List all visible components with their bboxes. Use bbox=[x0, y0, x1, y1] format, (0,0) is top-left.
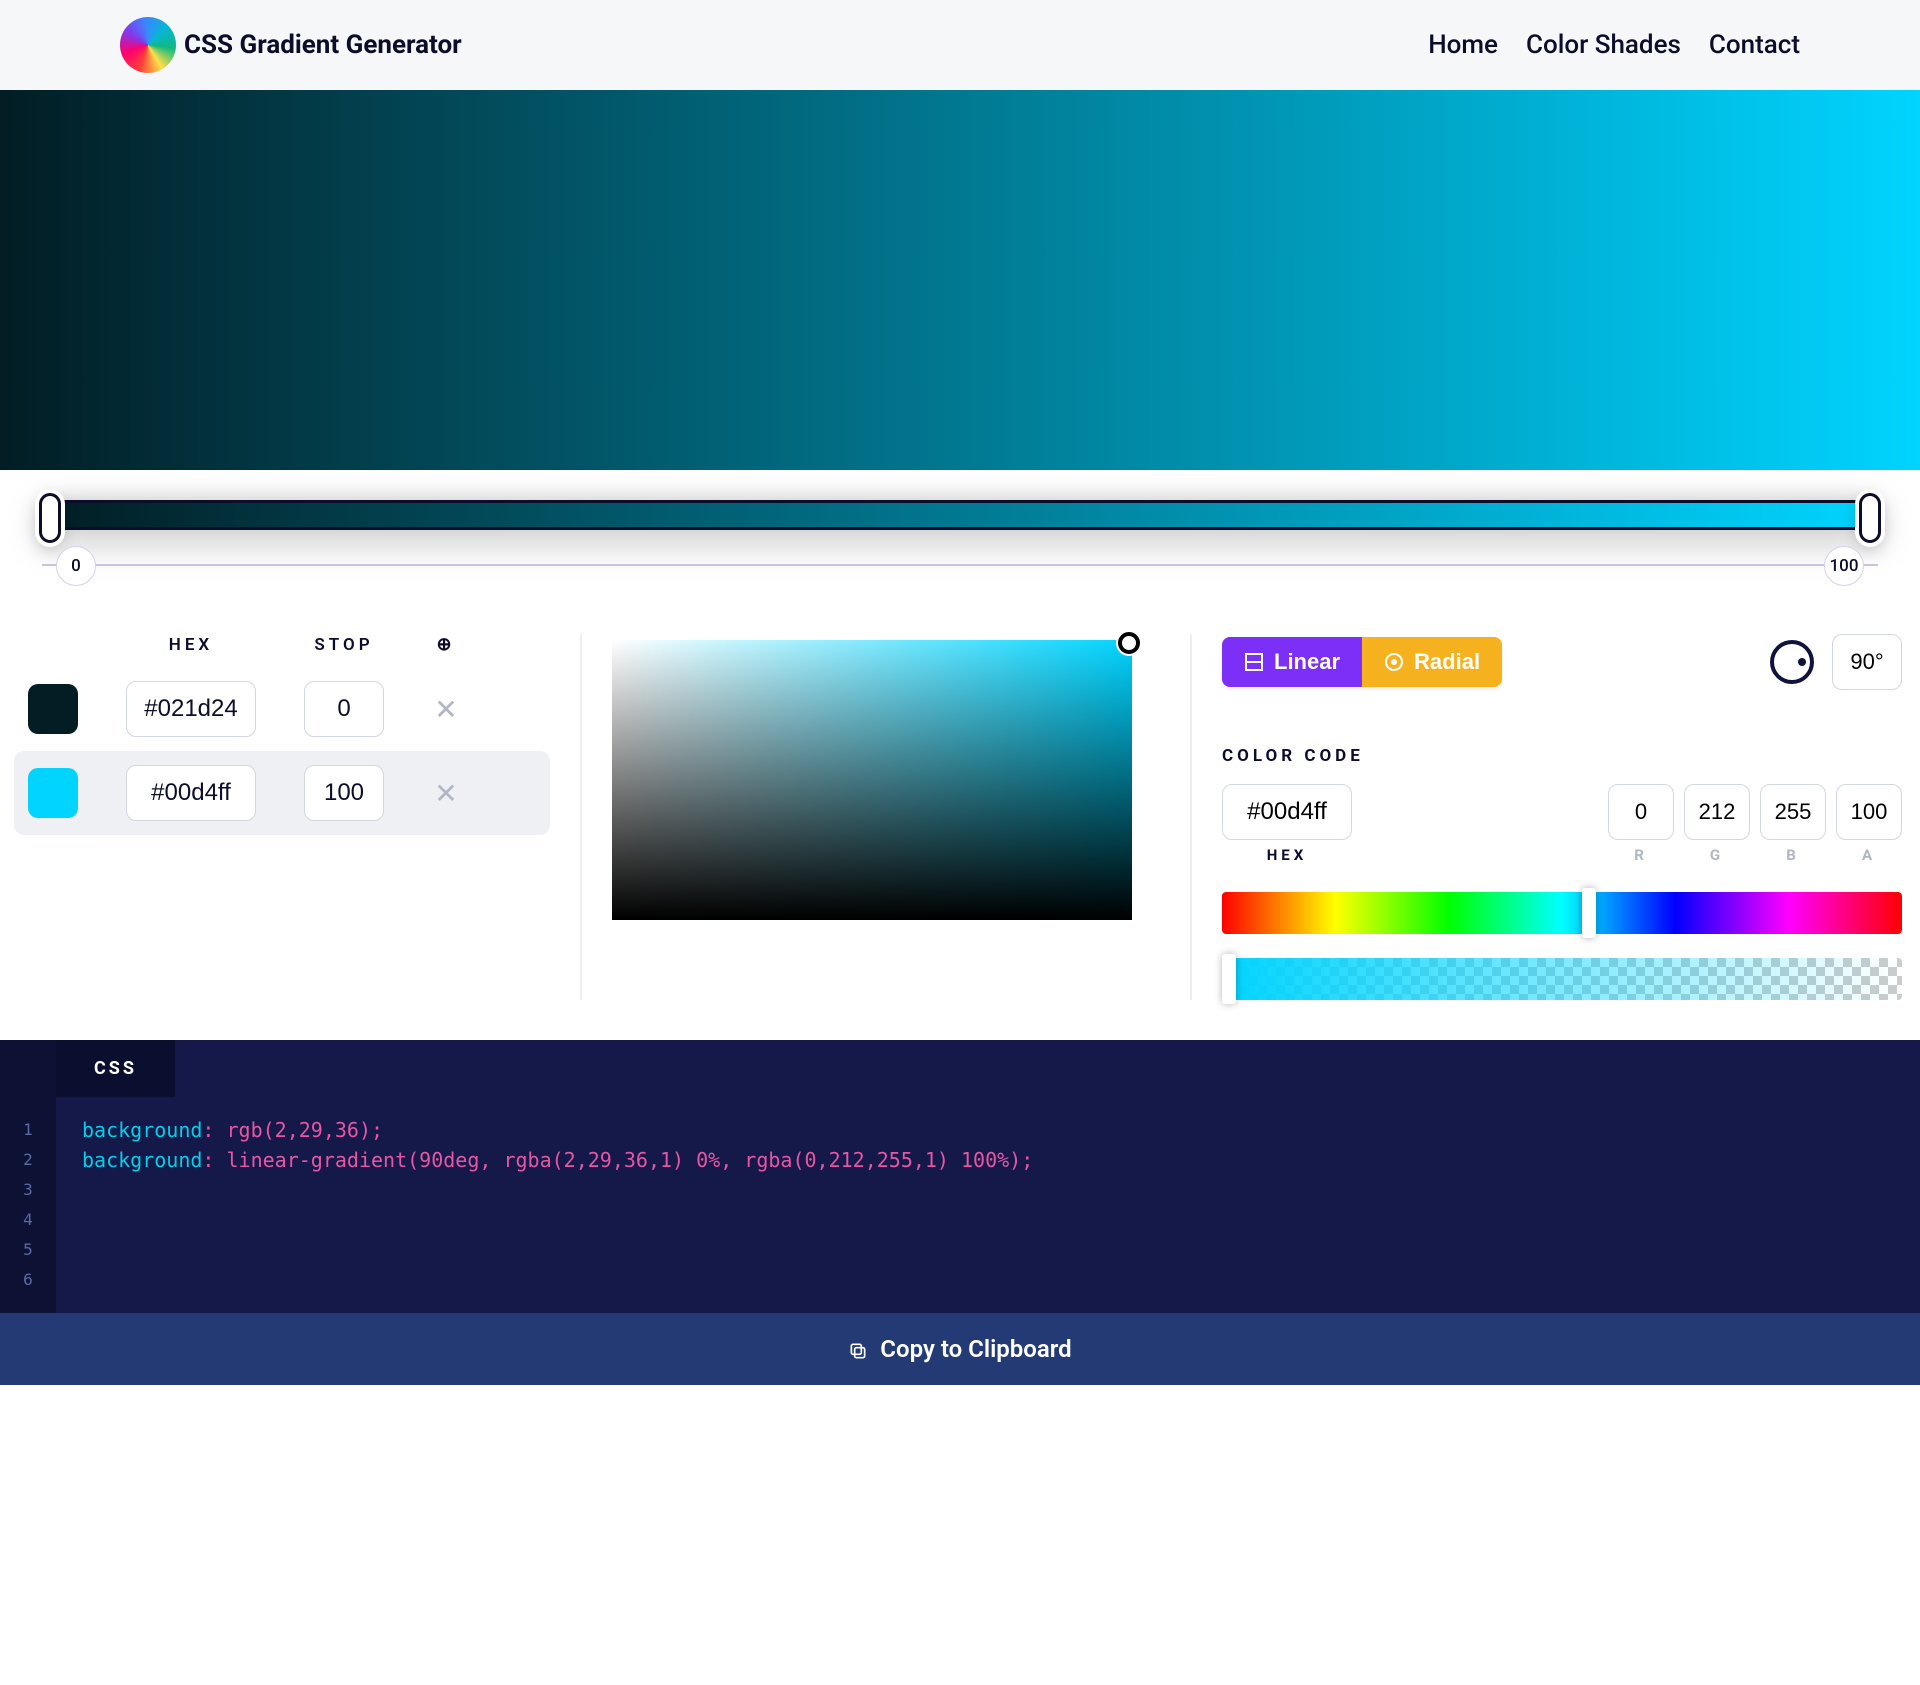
hex-input[interactable] bbox=[126, 681, 256, 737]
header-hex: HEX bbox=[126, 635, 256, 655]
line-numbers: 1 2 3 4 5 6 bbox=[0, 1097, 56, 1313]
nav-contact[interactable]: Contact bbox=[1709, 30, 1800, 60]
code-section: CSS 1 2 3 4 5 6 background: rgb(2,29,36)… bbox=[0, 1040, 1920, 1385]
gradient-type-toggle: Linear Radial bbox=[1222, 637, 1502, 687]
alpha-fill bbox=[1222, 958, 1902, 1000]
header-stop: STOP bbox=[304, 635, 384, 655]
angle-dial[interactable] bbox=[1770, 640, 1814, 684]
color-row: ✕ bbox=[14, 667, 550, 751]
radial-button[interactable]: Radial bbox=[1362, 637, 1502, 687]
sv-handle[interactable] bbox=[1118, 632, 1140, 654]
sv-picker[interactable] bbox=[612, 640, 1132, 920]
linear-button[interactable]: Linear bbox=[1222, 637, 1362, 687]
type-row: Linear Radial bbox=[1222, 634, 1902, 690]
alpha-slider[interactable] bbox=[1222, 958, 1902, 1000]
options-panel: Linear Radial COLOR CODE bbox=[1190, 634, 1910, 1000]
a-input[interactable] bbox=[1836, 784, 1902, 840]
b-input[interactable] bbox=[1760, 784, 1826, 840]
copy-label: Copy to Clipboard bbox=[880, 1335, 1071, 1363]
gradient-slider: 0 100 bbox=[0, 470, 1920, 614]
r-input[interactable] bbox=[1608, 784, 1674, 840]
delete-color-button[interactable]: ✕ bbox=[432, 695, 460, 723]
code-tabs: CSS bbox=[0, 1040, 1920, 1097]
code-body: 1 2 3 4 5 6 background: rgb(2,29,36); ba… bbox=[0, 1097, 1920, 1313]
stop-line: 0 100 bbox=[42, 564, 1878, 604]
hue-handle[interactable] bbox=[1582, 888, 1596, 938]
css-tab[interactable]: CSS bbox=[56, 1040, 175, 1097]
color-list-headers: HEX STOP ⊕ bbox=[14, 634, 550, 667]
hue-slider[interactable] bbox=[1222, 892, 1902, 934]
sv-picker-panel bbox=[580, 634, 1160, 1000]
color-row: ✕ bbox=[14, 751, 550, 835]
gradient-handle-start[interactable] bbox=[39, 493, 61, 543]
angle-input[interactable] bbox=[1832, 634, 1902, 690]
color-swatch[interactable] bbox=[28, 768, 78, 818]
radial-label: Radial bbox=[1414, 649, 1480, 675]
alpha-handle[interactable] bbox=[1222, 954, 1236, 1004]
add-color-button[interactable]: ⊕ bbox=[432, 634, 456, 655]
nav-home[interactable]: Home bbox=[1428, 30, 1498, 60]
main-nav: Home Color Shades Contact bbox=[1428, 30, 1800, 60]
stop-input[interactable] bbox=[304, 681, 384, 737]
color-code-row bbox=[1222, 784, 1902, 840]
color-swatch[interactable] bbox=[28, 684, 78, 734]
radial-icon bbox=[1384, 652, 1404, 672]
angle-indicator-icon bbox=[1798, 658, 1806, 666]
code-hex-input[interactable] bbox=[1222, 784, 1352, 840]
angle-control bbox=[1770, 634, 1902, 690]
stop-label-start: 0 bbox=[56, 546, 96, 586]
linear-label: Linear bbox=[1274, 649, 1340, 675]
gradient-handle-end[interactable] bbox=[1859, 493, 1881, 543]
linear-icon bbox=[1244, 652, 1264, 672]
copy-button[interactable]: Copy to Clipboard bbox=[0, 1313, 1920, 1385]
b-sublabel: B bbox=[1760, 846, 1826, 864]
g-sublabel: G bbox=[1684, 846, 1750, 864]
nav-color-shades[interactable]: Color Shades bbox=[1526, 30, 1681, 60]
r-sublabel: R bbox=[1608, 846, 1674, 864]
brand-logo-icon bbox=[120, 17, 176, 73]
code-text[interactable]: background: rgb(2,29,36); background: li… bbox=[56, 1097, 1059, 1313]
stop-label-end: 100 bbox=[1824, 546, 1864, 586]
gradient-preview bbox=[0, 90, 1920, 470]
brand[interactable]: CSS Gradient Generator bbox=[120, 17, 462, 73]
stop-input[interactable] bbox=[304, 765, 384, 821]
gradient-track[interactable] bbox=[42, 500, 1878, 530]
rgba-group bbox=[1608, 784, 1902, 840]
header: CSS Gradient Generator Home Color Shades… bbox=[0, 0, 1920, 90]
brand-title: CSS Gradient Generator bbox=[184, 30, 462, 60]
sv-black-overlay bbox=[612, 640, 1132, 920]
main-panels: HEX STOP ⊕ ✕ ✕ bbox=[0, 614, 1920, 1040]
hex-input[interactable] bbox=[126, 765, 256, 821]
color-list-panel: HEX STOP ⊕ ✕ ✕ bbox=[10, 634, 550, 1000]
color-code-label: COLOR CODE bbox=[1222, 746, 1902, 766]
a-sublabel: A bbox=[1836, 846, 1902, 864]
copy-icon bbox=[848, 1339, 868, 1359]
g-input[interactable] bbox=[1684, 784, 1750, 840]
color-code-sublabels: HEX R G B A bbox=[1222, 846, 1902, 864]
hex-sublabel: HEX bbox=[1222, 846, 1352, 864]
delete-color-button[interactable]: ✕ bbox=[432, 779, 460, 807]
